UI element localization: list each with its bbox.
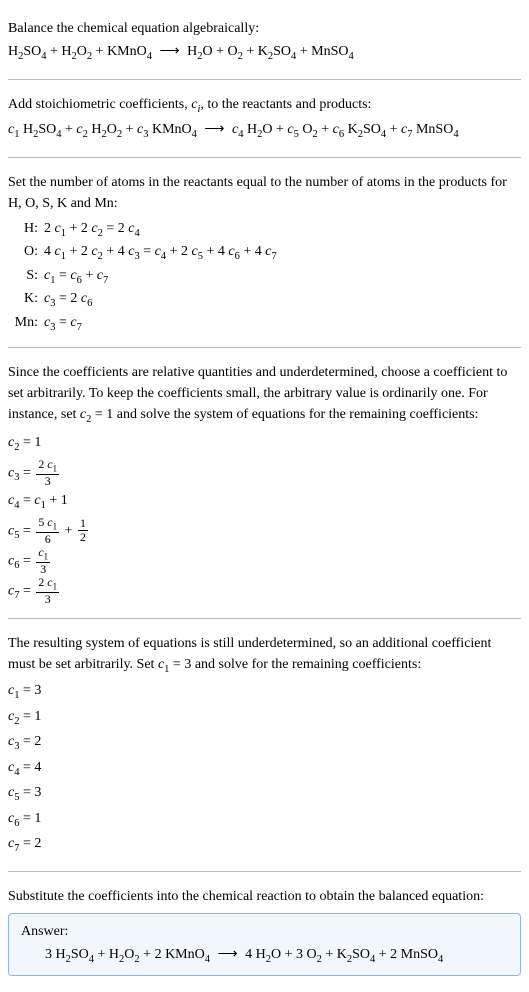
eq-lhs: H2SO4 + H2O2 + KMnO4 [8,44,152,59]
divider [8,618,521,619]
divider [8,871,521,872]
divider [8,347,521,348]
fraction: 12 [78,517,88,544]
section-balance-intro: Balance the chemical equation algebraica… [8,8,521,75]
intro-text: The resulting system of equations is sti… [8,633,521,678]
balance-row-h: H: 2 c1 + 2 c2 = 2 c4 [12,218,521,242]
coef-c3: c3 = 2 [8,731,521,755]
answer-box: Answer: 3 H2SO4 + H2O2 + 2 KMnO4 ⟶ 4 H2O… [8,913,521,976]
intro-text: Set the number of atoms in the reactants… [8,172,521,214]
fraction: 5 c16 [36,516,59,546]
fraction: 2 c13 [36,458,59,488]
answer-label: Answer: [21,924,508,940]
coef-c5: c5 = 3 [8,782,521,806]
arrow-icon: ⟶ [156,44,184,59]
coef-c7: c7 = 2 [8,833,521,857]
coef-c2: c2 = 1 [8,706,521,730]
coef-c6: c6 = 1 [8,808,521,832]
balance-row-s: S: c1 = c6 + c7 [12,265,521,289]
intro-text: Substitute the coefficients into the che… [8,886,521,907]
section-solve-second: The resulting system of equations is sti… [8,623,521,866]
balance-row-o: O: 4 c1 + 2 c2 + 4 c3 = c4 + 2 c5 + 4 c6… [12,241,521,265]
eq-rhs: H2O + O2 + K2SO4 + MnSO4 [187,44,354,59]
fraction: c13 [36,546,50,576]
intro-text: Add stoichiometric coefficients, ci, to … [8,94,521,118]
coef-c5: c5 = 5 c16 + 12 [8,516,521,546]
balance-row-mn: Mn: c3 = c7 [12,312,521,336]
divider [8,157,521,158]
intro-text: Since the coefficients are relative quan… [8,362,521,428]
coef-c3: c3 = 2 c13 [8,458,521,488]
balanced-equation: 3 H2SO4 + H2O2 + 2 KMnO4 ⟶ 4 H2O + 3 O2 … [21,946,508,965]
section-solve-first: Since the coefficients are relative quan… [8,352,521,614]
section-add-coefficients: Add stoichiometric coefficients, ci, to … [8,84,521,153]
divider [8,79,521,80]
balance-row-k: K: c3 = 2 c6 [12,288,521,312]
unbalanced-equation: H2SO4 + H2O2 + KMnO4 ⟶ H2O + O2 + K2SO4 … [8,41,521,65]
intro-text: Balance the chemical equation algebraica… [8,18,521,39]
coef-c4: c4 = c1 + 1 [8,488,521,516]
fraction: 2 c13 [36,576,59,606]
coef-c6: c6 = c13 [8,546,521,576]
arrow-icon: ⟶ [200,122,228,137]
arrow-icon: ⟶ [214,947,242,962]
coef-c7: c7 = 2 c13 [8,576,521,606]
coef-c2: c2 = 1 [8,430,521,458]
coef-c4: c4 = 4 [8,757,521,781]
coef-c1: c1 = 3 [8,680,521,704]
section-atom-balance: Set the number of atoms in the reactants… [8,162,521,344]
stoich-equation: c1 H2SO4 + c2 H2O2 + c3 KMnO4 ⟶ c4 H2O +… [8,119,521,143]
balance-equations: H: 2 c1 + 2 c2 = 2 c4 O: 4 c1 + 2 c2 + 4… [12,218,521,336]
section-answer: Substitute the coefficients into the che… [8,876,521,984]
